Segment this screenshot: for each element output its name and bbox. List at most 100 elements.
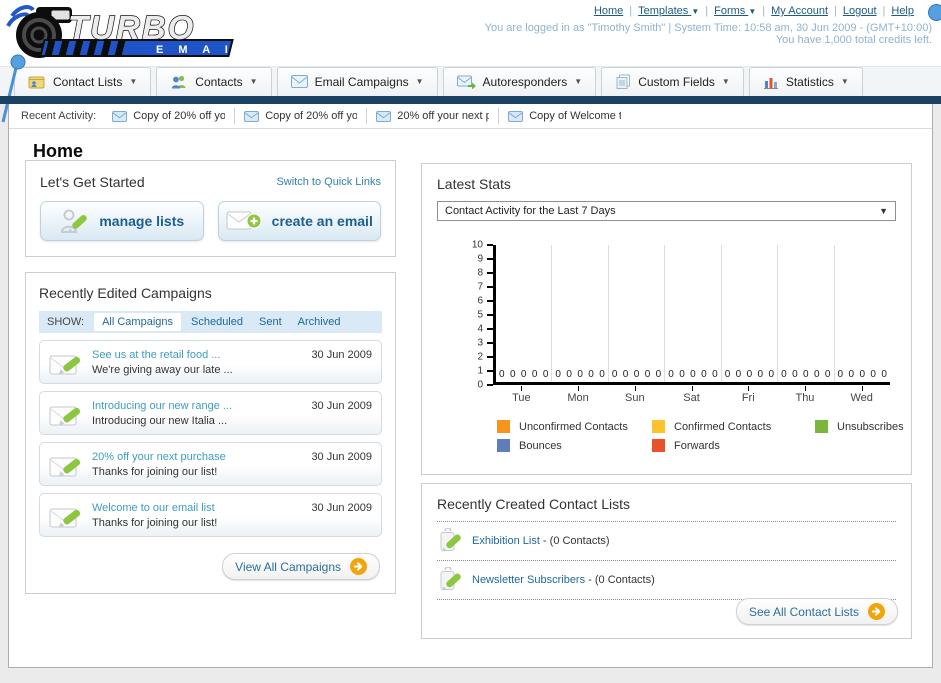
divider <box>498 108 500 124</box>
contact-list-count: - (0 Contacts) <box>585 574 655 586</box>
y-axis-tick <box>487 258 493 260</box>
top-link-templates[interactable]: Templates ▼ <box>638 5 699 17</box>
top-link-help[interactable]: Help <box>891 5 914 17</box>
campaign-title-link[interactable]: 20% off your next purchase <box>92 451 311 463</box>
tab-contacts[interactable]: Contacts ▼ <box>156 67 272 96</box>
divider: | <box>629 5 633 17</box>
top-link-logout[interactable]: Logout <box>843 5 877 17</box>
latest-stats-title: Latest Stats <box>437 176 511 192</box>
tab-label: Statistics <box>785 74 834 89</box>
data-value-label: 0 <box>577 369 583 380</box>
x-axis-tick <box>748 386 750 391</box>
list-edit-icon <box>437 567 463 593</box>
x-axis-tick <box>634 386 636 391</box>
y-axis-tick <box>487 370 493 372</box>
bar-chart-icon <box>763 75 779 89</box>
tab-statistics[interactable]: Statistics ▼ <box>748 67 863 96</box>
campaign-subtitle: Thanks for joining our list! <box>92 465 218 478</box>
x-axis-tick <box>521 386 523 391</box>
data-value-label: 0 <box>499 369 505 380</box>
y-axis-tick-label: 2 <box>477 351 483 363</box>
data-value-label: 0 <box>509 369 516 380</box>
logo-title: TURBO <box>68 9 195 46</box>
recent-activity-bar: Recent Activity: Copy of 20% off yo Copy … <box>9 104 932 129</box>
contact-list-item[interactable]: Newsletter Subscribers - (0 Contacts) <box>437 561 896 600</box>
recent-activity-item[interactable]: Copy of 20% off yo <box>112 110 225 122</box>
campaign-title-link[interactable]: Introducing our new range ... <box>92 400 311 412</box>
campaign-title-link[interactable]: Welcome to our email list <box>92 502 311 514</box>
y-axis-tick-label: 0 <box>477 379 483 391</box>
recent-activity-item[interactable]: 20% off your next p <box>376 110 489 122</box>
recent-activity-item[interactable]: Copy of Welcome to <box>508 110 621 122</box>
switch-to-quick-links-link[interactable]: Switch to Quick Links <box>276 176 381 188</box>
x-axis-label: Wed <box>833 385 890 404</box>
x-axis-label: Thu <box>777 385 834 404</box>
data-value-label: 0 <box>555 369 561 380</box>
contact-list-link[interactable]: Exhibition List <box>472 535 540 547</box>
recently-created-contact-lists-panel: Recently Created Contact Lists Exhibitio… <box>421 483 912 639</box>
campaign-item[interactable]: Introducing our new range ... Introducing… <box>39 391 382 435</box>
campaign-subtitle: Introducing our new Italia ... <box>92 414 228 427</box>
envelope-icon <box>290 75 308 88</box>
see-all-contact-lists-button[interactable]: See All Contact Lists <box>735 598 898 625</box>
top-link-forms[interactable]: Forms ▼ <box>714 5 756 17</box>
data-value-label: 0 <box>757 369 764 380</box>
mail-small-icon <box>376 110 392 122</box>
chevron-down-icon: ▼ <box>721 77 730 86</box>
x-axis-tick <box>578 386 580 391</box>
divider <box>366 108 368 124</box>
contact-list-items: Exhibition List - (0 Contacts) Newsletter… <box>437 522 896 600</box>
top-link-home[interactable]: Home <box>594 5 623 17</box>
create-email-icon <box>226 208 262 234</box>
tab-contact-lists[interactable]: Contact Lists ▼ <box>14 67 152 96</box>
contact-list-item[interactable]: Exhibition List - (0 Contacts) <box>437 522 896 561</box>
data-value-label: 0 <box>848 369 855 380</box>
view-all-campaigns-button[interactable]: View All Campaigns <box>222 553 380 580</box>
recent-activity-item[interactable]: Copy of 20% off yo <box>244 110 357 122</box>
contact-list-link[interactable]: Newsletter Subscribers <box>472 574 585 586</box>
data-value-label: 0 <box>655 369 662 380</box>
data-value-label: 0 <box>735 369 742 380</box>
arrow-circle-icon <box>350 558 367 575</box>
legend-label: Unsubscribes <box>837 420 904 433</box>
campaign-item[interactable]: See us at the retail food ... We're givin… <box>39 340 382 384</box>
filter-archived[interactable]: Archived <box>298 316 341 328</box>
filter-all-campaigns[interactable]: All Campaigns <box>94 313 181 331</box>
legend-item-confirmed-contacts: Confirmed Contacts <box>652 420 815 433</box>
tab-email-campaigns[interactable]: Email Campaigns ▼ <box>276 67 438 96</box>
y-axis-tick-label: 5 <box>477 309 483 321</box>
chevron-down-icon: ▼ <box>748 7 757 16</box>
campaign-edit-icon <box>49 450 85 479</box>
create-an-email-button[interactable]: create an email <box>217 201 381 241</box>
recent-activity-text: Copy of 20% off yo <box>133 110 226 122</box>
tab-autoresponders[interactable]: Autoresponders ▼ <box>442 67 597 96</box>
campaign-item[interactable]: 20% off your next purchase Thanks for joi… <box>39 442 382 486</box>
tab-custom-fields[interactable]: Custom Fields ▼ <box>601 67 744 96</box>
mail-small-icon <box>112 110 128 122</box>
tab-label: Contacts <box>195 74 243 89</box>
contact-activity-chart: 0 1 2 3 4 5 6 7 8 9 10 000000000000000000000000000… <box>463 240 890 404</box>
filter-scheduled[interactable]: Scheduled <box>191 316 243 328</box>
mail-small-icon <box>508 110 524 122</box>
recent-activity-text: Copy of 20% off yo <box>265 110 358 122</box>
stats-period-select[interactable]: Contact Activity for the Last 7 Days ▼ <box>437 201 896 221</box>
people-icon <box>170 74 188 89</box>
data-value-label: 0 <box>644 369 651 380</box>
logo-pin-decoration <box>1 54 26 123</box>
y-axis-tick-label: 9 <box>477 253 483 265</box>
campaign-item[interactable]: Welcome to our email list Thanks for join… <box>39 493 382 537</box>
x-axis-tick <box>804 386 806 391</box>
data-value-label: 0 <box>633 369 640 380</box>
campaign-title-link[interactable]: See us at the retail food ... <box>92 349 311 361</box>
top-link-my-account[interactable]: My Account <box>771 5 828 17</box>
chevron-down-icon: ▼ <box>691 7 700 16</box>
data-value-label: 0 <box>599 369 605 380</box>
tab-label: Autoresponders <box>482 74 568 89</box>
divider: | <box>705 5 709 17</box>
filter-sent[interactable]: Sent <box>259 316 282 328</box>
campaign-date: 30 Jun 2009 <box>311 502 372 514</box>
contact-list-count: - (0 Contacts) <box>539 535 610 547</box>
manage-lists-button[interactable]: manage lists <box>40 201 204 241</box>
data-value-label: 0 <box>611 369 618 380</box>
data-value-label: 0 <box>622 369 629 380</box>
